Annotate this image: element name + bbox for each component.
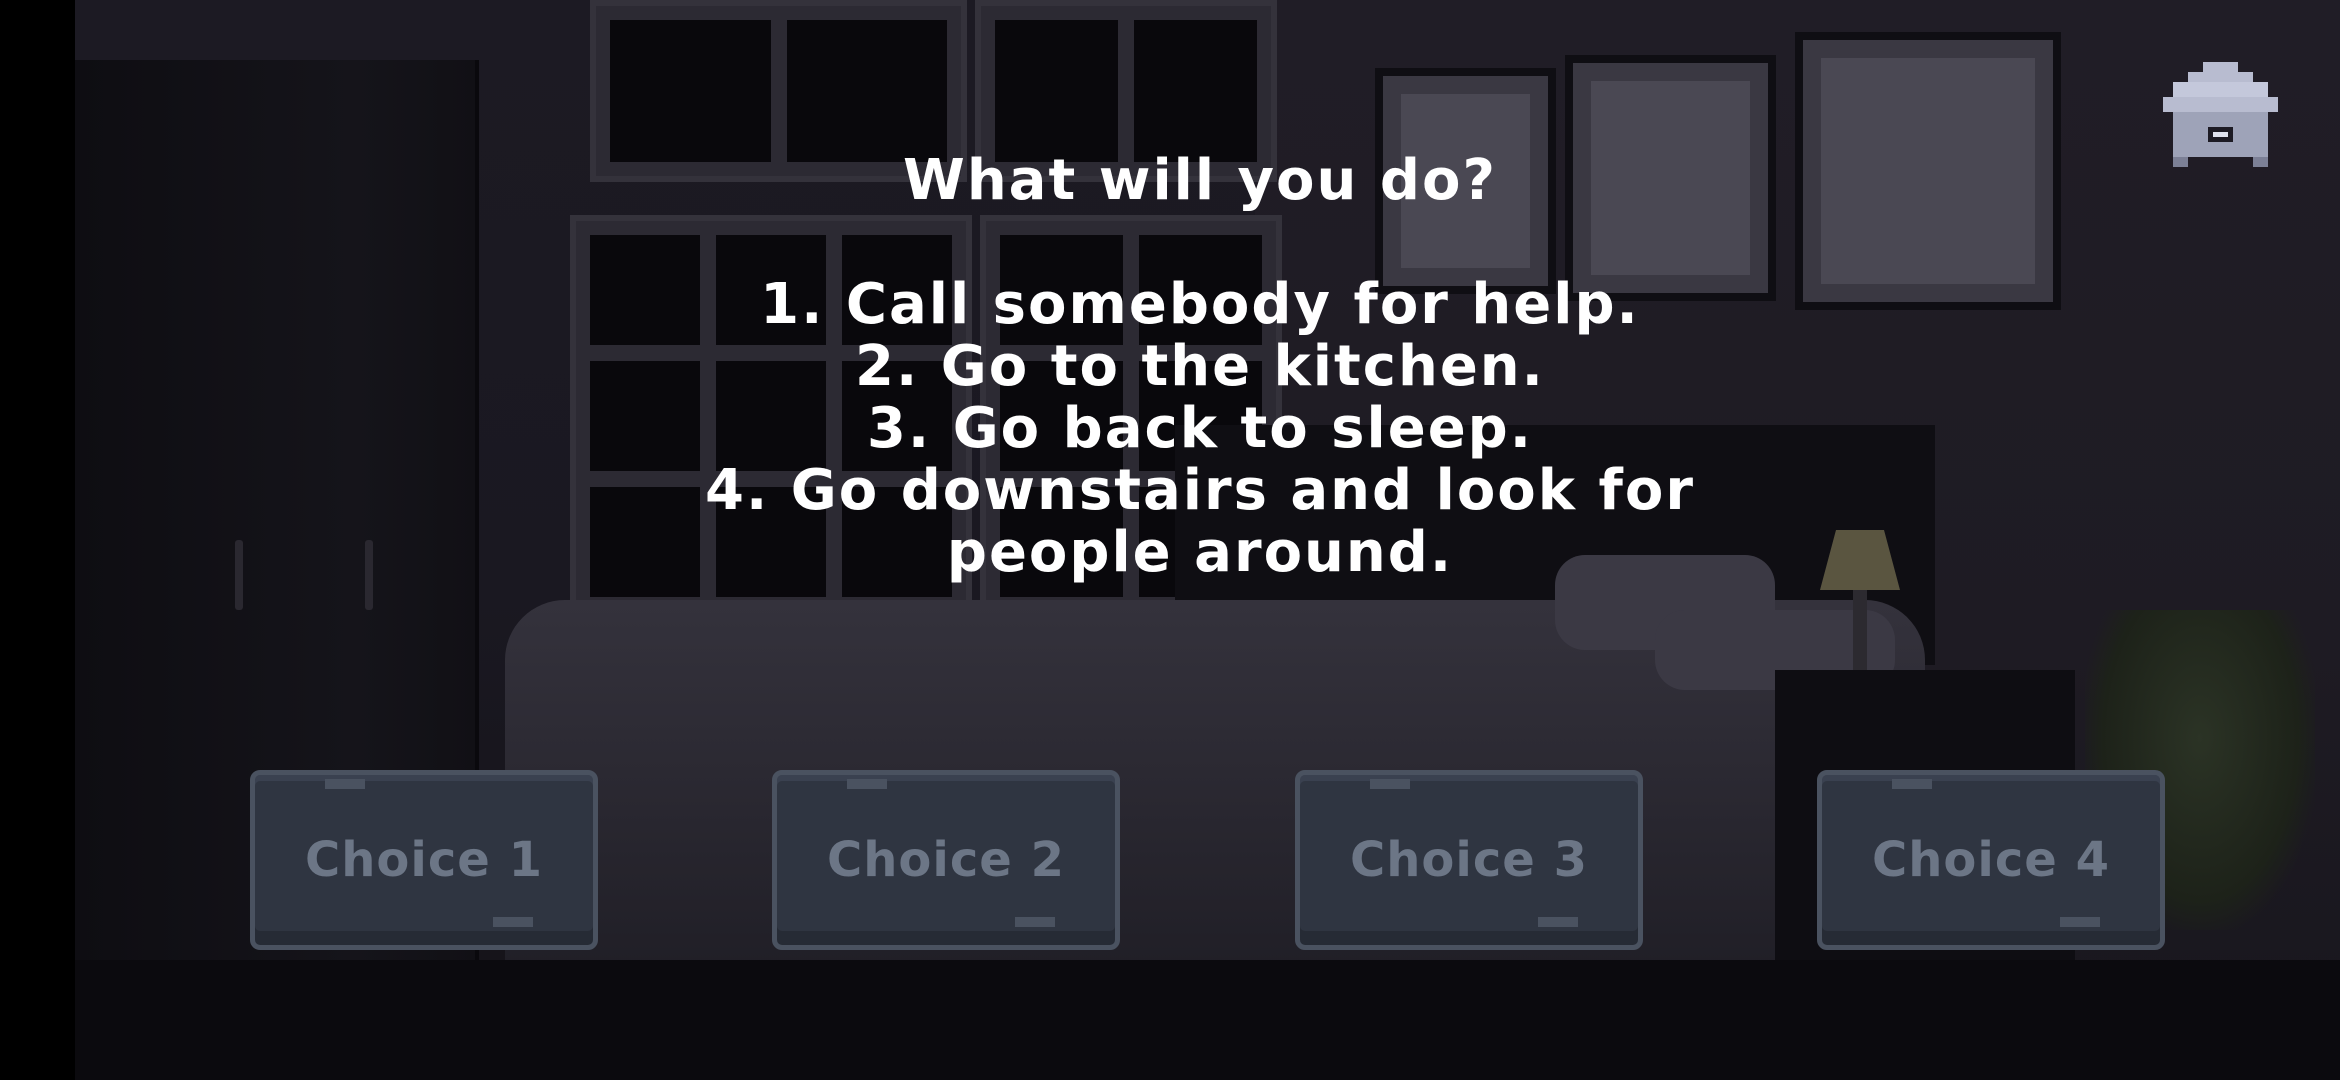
prompt-option: 3. Go back to sleep. [866, 396, 1534, 461]
choice-3-button[interactable]: Choice 3 [1295, 770, 1643, 950]
home-icon [2163, 62, 2278, 167]
lamp-stand [1853, 590, 1867, 670]
game-screen: What will you do? 1. Call somebody for h… [0, 0, 2340, 1080]
prompt-option: 1. Call somebody for help. [760, 272, 1640, 337]
prompt-option: people around. [946, 520, 1454, 585]
choice-prompt: What will you do? 1. Call somebody for h… [640, 150, 1760, 584]
choice-label: Choice 1 [305, 832, 543, 888]
floor [75, 960, 2340, 1080]
choice-1-button[interactable]: Choice 1 [250, 770, 598, 950]
home-button[interactable] [2163, 62, 2278, 167]
choice-label: Choice 3 [1350, 832, 1588, 888]
wardrobe-handle [235, 540, 243, 610]
choice-buttons: Choice 1 Choice 2 Choice 3 Choice 4 [0, 770, 2340, 950]
choice-2-button[interactable]: Choice 2 [772, 770, 1120, 950]
wall-picture [1795, 32, 2061, 310]
choice-label: Choice 4 [1872, 832, 2110, 888]
choice-label: Choice 2 [827, 832, 1065, 888]
prompt-option: 4. Go downstairs and look for [705, 458, 1695, 523]
prompt-option: 2. Go to the kitchen. [855, 334, 1545, 399]
wardrobe-handle [365, 540, 373, 610]
prompt-question: What will you do? [903, 148, 1497, 213]
choice-4-button[interactable]: Choice 4 [1817, 770, 2165, 950]
